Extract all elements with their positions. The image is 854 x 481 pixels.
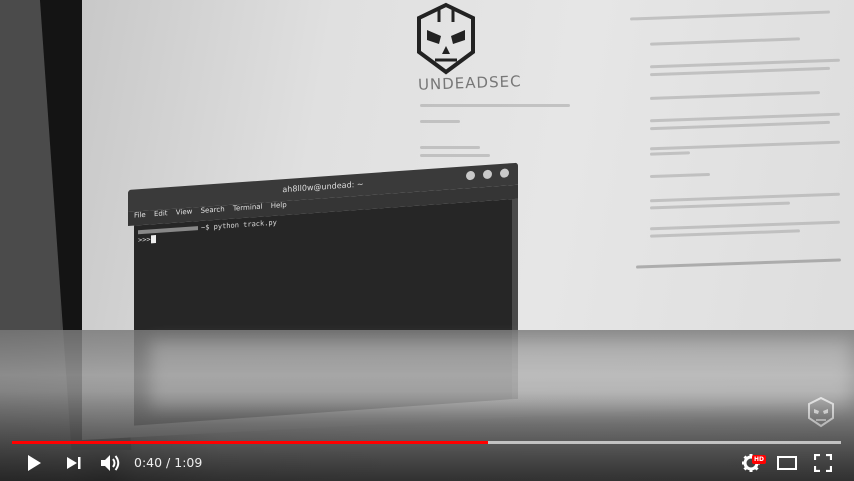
duration: 1:09 (174, 455, 203, 470)
volume-button[interactable] (96, 450, 126, 476)
blurred-text (420, 104, 570, 107)
menu-search: Search (200, 205, 225, 215)
blurred-text (420, 120, 460, 123)
blurred-text (420, 146, 480, 149)
controls-gradient (0, 391, 854, 481)
fullscreen-icon (814, 454, 832, 472)
hd-badge: HD (752, 455, 767, 464)
theater-mode-button[interactable] (774, 450, 800, 476)
undeadsec-skull-logo (417, 2, 475, 75)
progress-played (12, 441, 488, 444)
time-separator: / (162, 455, 175, 470)
next-button[interactable] (60, 450, 88, 476)
play-button[interactable] (20, 450, 48, 476)
current-time: 0:40 (134, 455, 163, 470)
volume-icon (101, 455, 120, 471)
theater-mode-icon (777, 456, 797, 470)
progress-bar[interactable] (12, 441, 841, 444)
play-icon (28, 455, 41, 471)
fullscreen-button[interactable] (810, 450, 836, 476)
next-icon (67, 457, 81, 469)
menu-file: File (134, 210, 146, 220)
text-cursor (150, 235, 156, 244)
menu-edit: Edit (153, 209, 168, 219)
logo-text: UNDEADSEC (417, 72, 522, 94)
blurred-text (420, 154, 490, 157)
menu-help: Help (270, 200, 287, 211)
time-display: 0:40 / 1:09 (134, 455, 202, 471)
video-player[interactable]: UNDEADSEC ah8ll0w@undead: ~ File Edit Vi… (0, 0, 854, 481)
menu-terminal: Terminal (232, 202, 263, 213)
menu-view: View (175, 207, 193, 217)
